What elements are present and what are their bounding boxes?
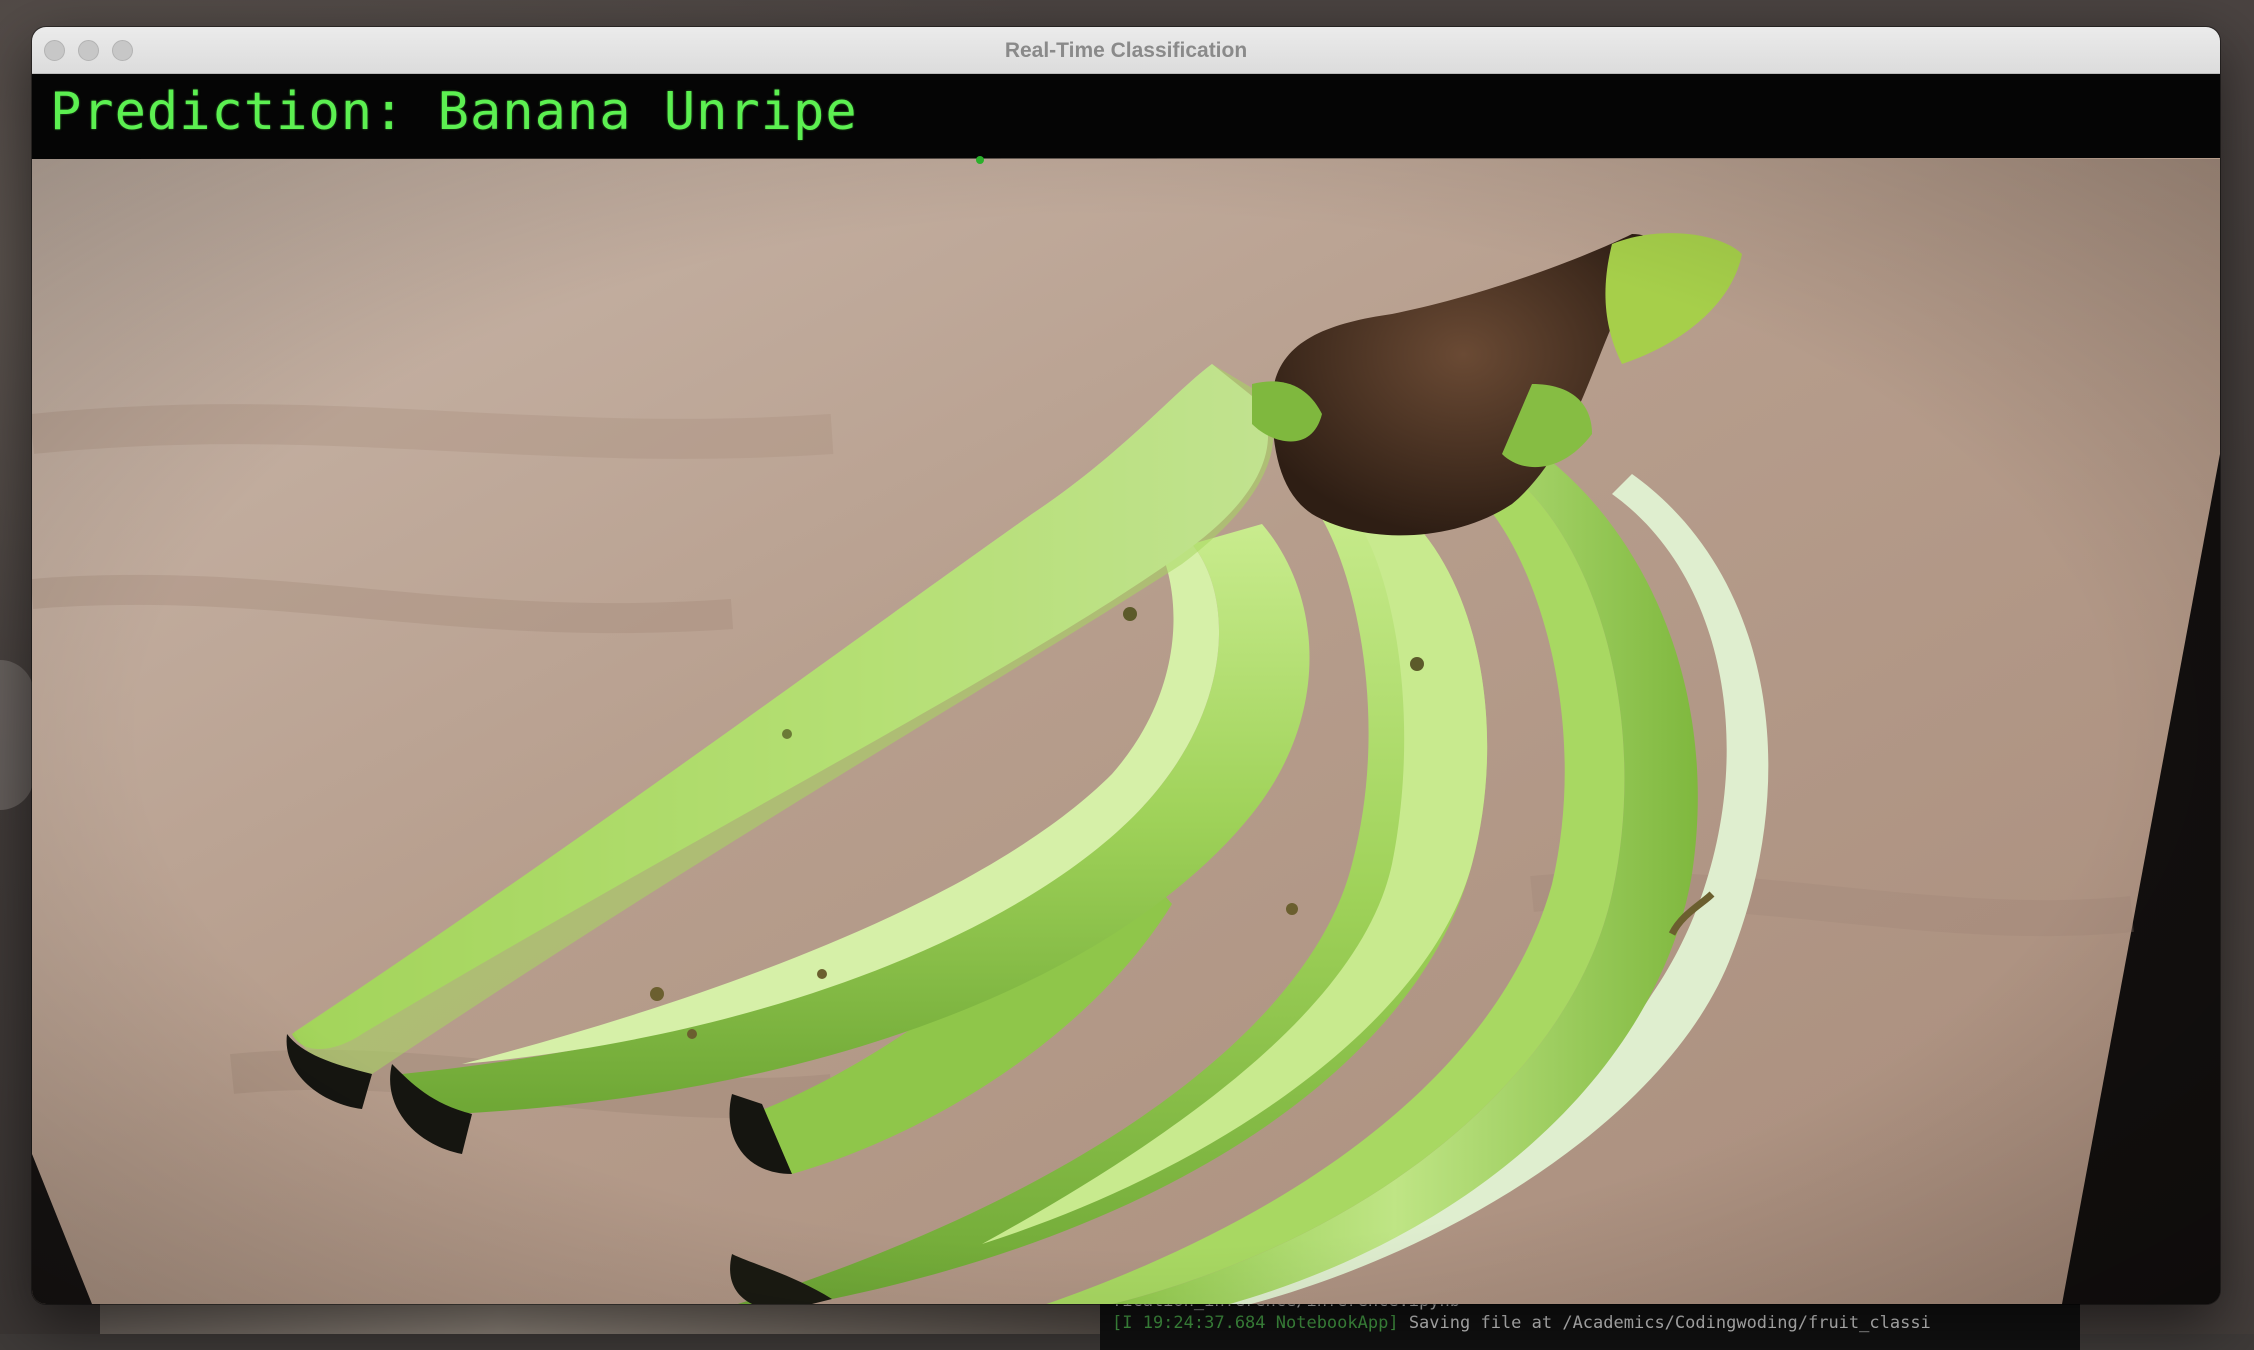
window-titlebar[interactable]: Real-Time Classification [32,27,2220,74]
window-title: Real-Time Classification [1004,39,1248,62]
camera-frame: Prediction: Banana Unripe [32,74,2220,1304]
terminal-message: Saving file at /Academics/Codingwoding/f… [1398,1313,1931,1333]
terminal-line: [I 19:24:37.684 NotebookApp] Saving file… [1112,1312,2068,1334]
camera-feed-image [32,74,2220,1304]
terminal-timestamp: [I 19:24:37.684 NotebookApp] [1112,1313,1399,1333]
background-window-strip [100,1300,1100,1334]
prediction-label: Prediction: Banana Unripe [50,82,858,142]
classification-window[interactable]: Real-Time Classification Prediction: Ban… [32,27,2220,1304]
desktop-object-edge [0,660,34,810]
